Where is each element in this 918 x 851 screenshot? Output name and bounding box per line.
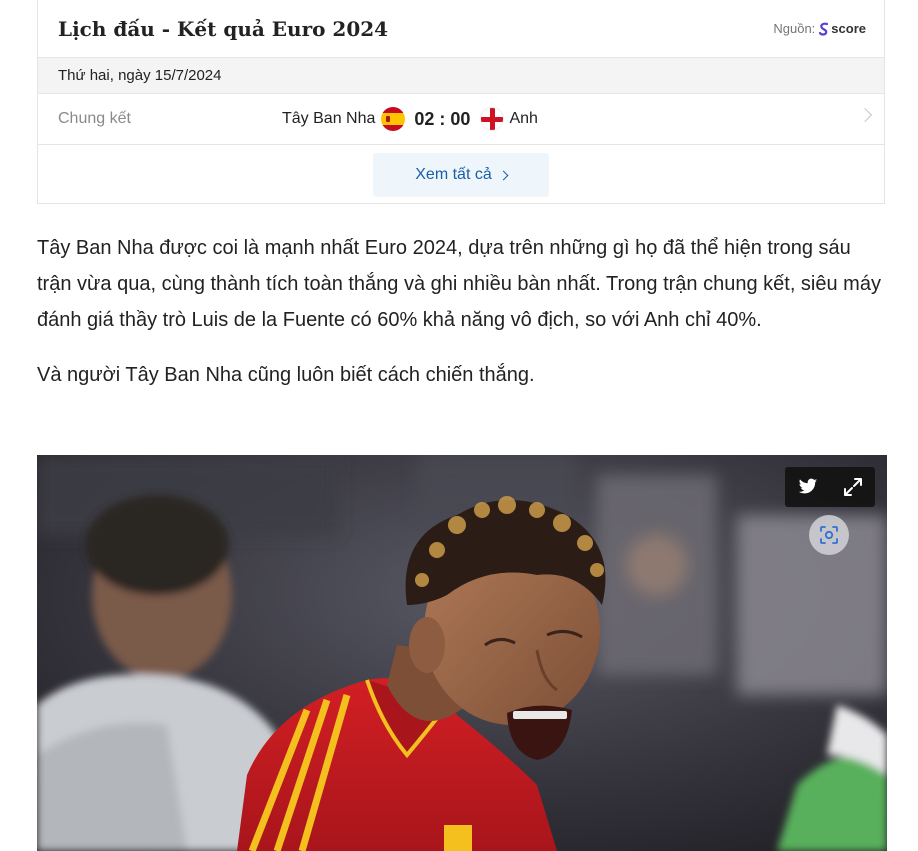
see-all-button[interactable]: Xem tất cả <box>373 153 549 197</box>
article-photo[interactable] <box>37 455 887 851</box>
see-all-label: Xem tất cả <box>415 166 492 183</box>
score-logo-icon <box>819 22 829 36</box>
fullscreen-icon <box>843 478 862 496</box>
twitter-share-button[interactable] <box>794 473 822 501</box>
chevron-right-icon <box>498 170 509 181</box>
source-brand-text: score <box>831 21 866 36</box>
home-team-name: Tây Ban Nha <box>282 110 376 127</box>
article-body: Tây Ban Nha được coi là mạnh nhất Euro 2… <box>37 230 887 412</box>
match-row[interactable]: Chung kết Tây Ban Nha 02 : 00 Anh <box>38 94 884 145</box>
widget-header: Lịch đấu - Kết quả Euro 2024 Nguồn: scor… <box>38 0 884 58</box>
match-teams: Tây Ban Nha 02 : 00 Anh <box>282 107 538 131</box>
widget-footer: Xem tất cả <box>38 145 884 205</box>
article-paragraph: Và người Tây Ban Nha cũng luôn biết cách… <box>37 364 535 386</box>
image-search-icon <box>820 526 838 544</box>
twitter-icon <box>798 478 817 494</box>
chevron-right-icon[interactable] <box>857 107 873 123</box>
widget-title: Lịch đấu - Kết quả Euro 2024 <box>58 16 389 41</box>
england-flag-icon <box>480 107 505 131</box>
away-team-name: Anh <box>509 110 538 127</box>
match-schedule-widget: Lịch đấu - Kết quả Euro 2024 Nguồn: scor… <box>37 0 885 204</box>
match-score: 02 : 00 <box>414 108 471 129</box>
match-round: Chung kết <box>58 110 131 127</box>
match-date: Thứ hai, ngày 15/7/2024 <box>38 58 884 94</box>
image-search-button[interactable] <box>809 515 849 555</box>
article-paragraph: Tây Ban Nha được coi là mạnh nhất Euro 2… <box>37 237 881 331</box>
player-celebration-image <box>37 455 887 851</box>
source-brand[interactable]: score <box>818 21 866 36</box>
source-credit[interactable]: Nguồn: score <box>773 21 866 36</box>
fullscreen-button[interactable] <box>839 473 867 501</box>
source-label: Nguồn: <box>773 21 816 36</box>
image-toolbar <box>785 467 875 507</box>
spain-flag-icon <box>381 107 406 131</box>
